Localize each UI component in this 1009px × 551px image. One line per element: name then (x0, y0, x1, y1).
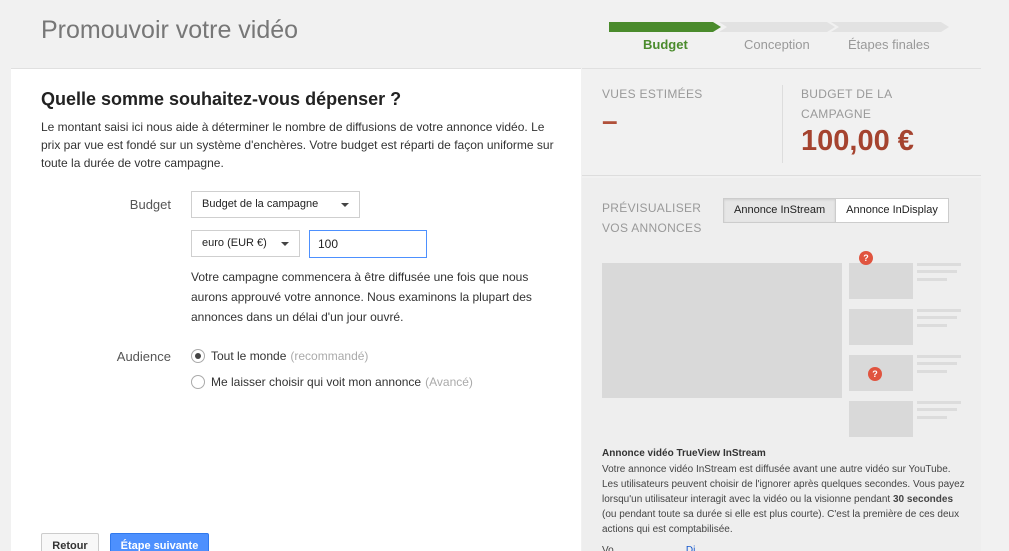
ad-desc-bold: 30 secondes (892, 494, 954, 505)
preview-label-line2: VOS ANNONCES (602, 221, 702, 235)
approval-help-text: Votre campagne commencera à être diffusé… (191, 270, 532, 324)
campaign-budget-label-line1: BUDGET DE LA (801, 87, 893, 101)
budget-type-dropdown[interactable]: Budget de la campagne (191, 191, 360, 218)
thumbnail-text-line (917, 416, 947, 419)
budget-question-heading: Quelle somme souhaitez-vous dépenser ? (41, 89, 402, 109)
audience-option-hint: (Avancé) (425, 375, 473, 389)
audience-label: Audience (116, 349, 171, 364)
ad-preview-panel: PRÉVISUALISER VOS ANNONCES Annonce InStr… (582, 178, 981, 551)
step-label-finales: Étapes finales (848, 37, 930, 52)
audience-option-label: Tout le monde (211, 349, 287, 363)
thumbnail-text-line (917, 324, 947, 327)
page-header: Promouvoir votre vidéo Budget Conception… (0, 0, 1009, 68)
thumbnail-text-line (917, 263, 961, 266)
thumbnail-text-line (917, 270, 957, 273)
tab-indisplay[interactable]: Annonce InDisplay (836, 199, 948, 222)
video-player-placeholder (602, 263, 842, 398)
budget-amount-input[interactable] (309, 230, 427, 258)
campaign-budget-label: BUDGET DE LA CAMPAGNE (801, 84, 892, 124)
preview-label-line1: PRÉVISUALISER (602, 201, 702, 215)
audience-option-label: Me laisser choisir qui voit mon annonce (211, 375, 422, 389)
tab-instream[interactable]: Annonce InStream (724, 199, 837, 222)
thumbnail-text-line (917, 309, 961, 312)
page-title: Promouvoir votre vidéo (41, 16, 299, 44)
estimated-views-value: – (602, 105, 618, 136)
step-bar-conception (719, 22, 835, 32)
thumbnail-text-line (917, 355, 961, 358)
question-icon[interactable]: ? (859, 251, 873, 265)
step-label-conception: Conception (744, 37, 810, 52)
thumbnail-text-line (917, 370, 947, 373)
thumbnail-text-line (917, 408, 957, 411)
ad-more-info: Vo Di (602, 545, 962, 551)
campaign-summary: VUES ESTIMÉES – BUDGET DE LA CAMPAGNE 10… (582, 68, 981, 176)
currency-value: euro (EUR €) (202, 237, 267, 249)
ad-format-description: Votre annonce vidéo InStream est diffusé… (602, 462, 967, 537)
budget-form-panel: Quelle somme souhaitez-vous dépenser ? L… (11, 68, 581, 551)
ad-more-text: Vo (602, 545, 686, 551)
thumbnail-text-line (917, 278, 947, 281)
campaign-budget-label-line2: CAMPAGNE (801, 107, 872, 121)
page-margin (981, 68, 1009, 551)
step-label-budget: Budget (643, 37, 688, 52)
related-video-thumbnail (849, 401, 913, 437)
summary-divider (782, 85, 783, 163)
thumbnail-text-line (917, 316, 957, 319)
chevron-down-icon (341, 203, 349, 207)
thumbnail-text-line (917, 362, 957, 365)
budget-label: Budget (129, 197, 171, 212)
related-video-thumbnail (849, 309, 913, 345)
ad-more-link[interactable]: Di (686, 545, 695, 551)
budget-description: Le montant saisi ici nous aide à détermi… (41, 120, 554, 170)
ad-format-tabs: Annonce InStream Annonce InDisplay (723, 198, 949, 223)
step-bar-finales (831, 22, 949, 32)
step-bar-budget (609, 22, 721, 32)
preview-label: PRÉVISUALISER VOS ANNONCES (602, 198, 702, 238)
back-button[interactable]: Retour (41, 533, 99, 551)
related-video-thumbnail (849, 263, 913, 299)
next-step-button[interactable]: Étape suivante (110, 533, 209, 551)
thumbnail-text-line (917, 401, 961, 404)
radio-button-checked[interactable] (191, 349, 205, 363)
audience-option-hint: (recommandé) (290, 349, 369, 363)
estimated-views-label: VUES ESTIMÉES (602, 87, 703, 101)
question-icon[interactable]: ? (868, 367, 882, 381)
radio-button[interactable] (191, 375, 205, 389)
audience-option-everyone[interactable]: Tout le monde (recommandé) (191, 349, 368, 363)
audience-option-custom[interactable]: Me laisser choisir qui voit mon annonce … (191, 375, 473, 389)
chevron-down-icon (281, 242, 289, 246)
ad-desc-text: (ou pendant toute sa durée si elle est p… (602, 509, 960, 535)
budget-type-value: Budget de la campagne (202, 198, 319, 210)
campaign-budget-value: 100,00 € (801, 125, 914, 157)
currency-dropdown[interactable]: euro (EUR €) (191, 230, 300, 257)
ad-format-title: Annonce vidéo TrueView InStream (602, 448, 766, 459)
